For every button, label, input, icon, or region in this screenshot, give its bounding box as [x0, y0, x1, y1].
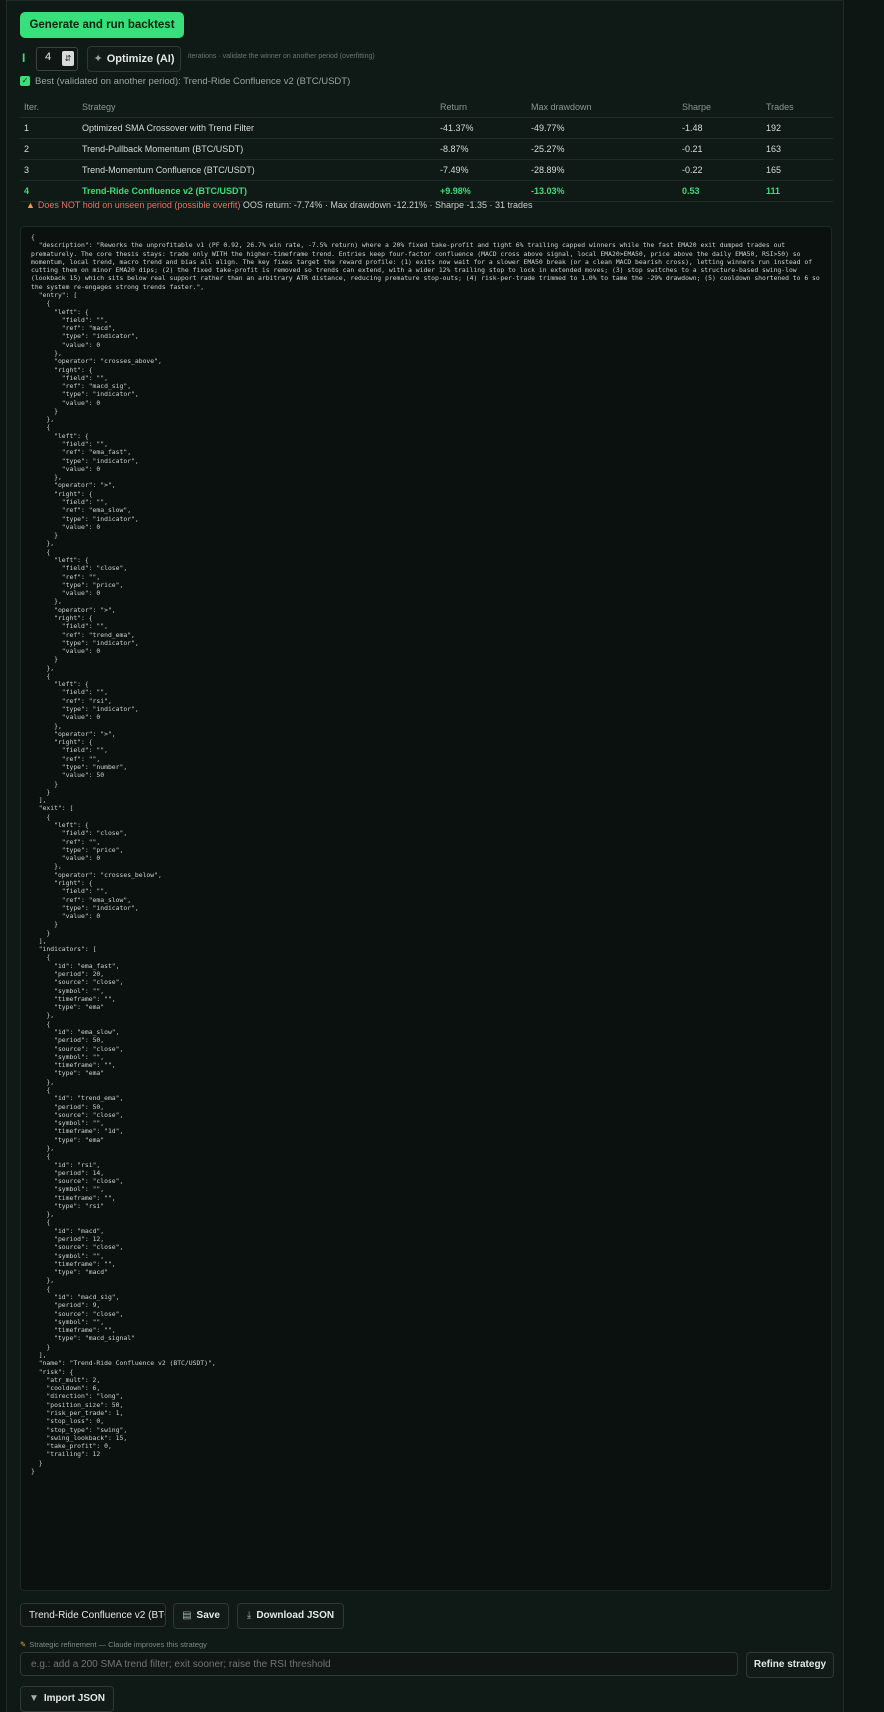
cell-max-drawdown: -13.03%: [531, 186, 565, 196]
cell-return: +9.98%: [440, 186, 471, 196]
save-icon: ▤: [182, 1610, 192, 1621]
cell-sharpe: -0.21: [682, 144, 703, 154]
cell-max-drawdown: -25.27%: [531, 144, 565, 154]
refine-strategy-button[interactable]: Refine strategy: [746, 1652, 834, 1678]
table-row-best[interactable]: 4 Trend-Ride Confluence v2 (BTC/USDT) +9…: [20, 181, 833, 202]
cell-iter: 4: [24, 186, 30, 196]
iterations-hint: iterations · validate the winner on anot…: [188, 53, 375, 60]
header-strategy: Strategy: [82, 102, 116, 112]
cell-strategy: Trend-Pullback Momentum (BTC/USDT): [82, 144, 244, 154]
header-sharpe: Sharpe: [682, 102, 712, 112]
iterations-input[interactable]: 4 ⇵: [36, 47, 78, 71]
overfit-warning: ▲ Does NOT hold on unseen period (possibl…: [26, 200, 533, 210]
table-row[interactable]: 3 Trend-Momentum Confluence (BTC/USDT) -…: [20, 160, 833, 181]
strategy-json-text: { "description": "Reworks the unprofitab…: [31, 233, 820, 1475]
download-label: Download JSON: [256, 1610, 335, 1621]
header-iter: Iter.: [24, 102, 40, 112]
iterations-icon: I: [22, 51, 26, 65]
results-table: Iter. Strategy Return Max drawdown Sharp…: [20, 97, 833, 202]
download-icon: ⤓: [246, 1610, 252, 1621]
refine-input[interactable]: [20, 1652, 738, 1676]
import-label: Import JSON: [43, 1693, 106, 1704]
cell-sharpe: -0.22: [682, 165, 703, 175]
refine-section-label: ✎ Strategic refinement — Claude improves …: [20, 1640, 207, 1649]
cell-trades: 111: [766, 186, 781, 196]
generate-backtest-button[interactable]: Generate and run backtest: [20, 12, 184, 38]
cell-sharpe: 0.53: [682, 186, 700, 196]
table-row[interactable]: 1 Optimized SMA Crossover with Trend Fil…: [20, 118, 833, 139]
sparkles-icon: ✦: [93, 53, 103, 65]
optimize-ai-button[interactable]: ✦ Optimize (AI): [87, 46, 181, 72]
cell-strategy: Optimized SMA Crossover with Trend Filte…: [82, 123, 255, 133]
header-return: Return: [440, 102, 468, 112]
strategy-name-input[interactable]: Trend-Ride Confluence v2 (BTC/: [20, 1603, 166, 1627]
download-json-button[interactable]: ⤓ Download JSON: [237, 1603, 344, 1629]
iterations-value: 4: [45, 51, 52, 63]
cell-max-drawdown: -28.89%: [531, 165, 565, 175]
cell-iter: 2: [24, 144, 30, 154]
cell-return: -41.37%: [440, 123, 474, 133]
table-header: Iter. Strategy Return Max drawdown Sharp…: [20, 97, 833, 118]
cell-trades: 192: [766, 123, 782, 133]
refine-label-text: Strategic refinement — Claude improves t…: [29, 1640, 207, 1649]
cell-return: -8.87%: [440, 144, 469, 154]
oos-details: OOS return: -7.74% · Max drawdown -12.21…: [242, 200, 533, 210]
cell-trades: 165: [766, 165, 782, 175]
filter-icon: ▼: [28, 1693, 39, 1704]
strategy-json-viewer[interactable]: { "description": "Reworks the unprofitab…: [20, 226, 832, 1591]
save-button[interactable]: ▤ Save: [173, 1603, 229, 1629]
header-max-drawdown: Max drawdown: [531, 102, 592, 112]
cell-strategy: Trend-Momentum Confluence (BTC/USDT): [82, 165, 255, 175]
cell-trades: 163: [766, 144, 782, 154]
cell-max-drawdown: -49.77%: [531, 123, 565, 133]
import-json-button[interactable]: ▼ Import JSON: [20, 1686, 114, 1712]
save-label: Save: [196, 1610, 220, 1621]
table-row[interactable]: 2 Trend-Pullback Momentum (BTC/USDT) -8.…: [20, 139, 833, 160]
optimize-label: Optimize (AI): [106, 53, 175, 65]
warning-icon: ▲: [26, 200, 35, 210]
cell-sharpe: -1.48: [682, 123, 703, 133]
overfit-warning-text: Does NOT hold on unseen period (possible…: [37, 200, 241, 210]
pencil-icon: ✎: [20, 1640, 27, 1649]
header-trades: Trades: [766, 102, 794, 112]
best-strategy-text: Best (validated on another period): Tren…: [35, 76, 351, 87]
cell-iter: 3: [24, 165, 30, 175]
cell-strategy: Trend-Ride Confluence v2 (BTC/USDT): [82, 186, 248, 196]
cell-return: -7.49%: [440, 165, 469, 175]
cell-iter: 1: [24, 123, 30, 133]
panel-top-border: [6, 0, 842, 1]
best-check-icon: ✓: [20, 76, 30, 86]
spinner-icon[interactable]: ⇵: [62, 51, 74, 66]
